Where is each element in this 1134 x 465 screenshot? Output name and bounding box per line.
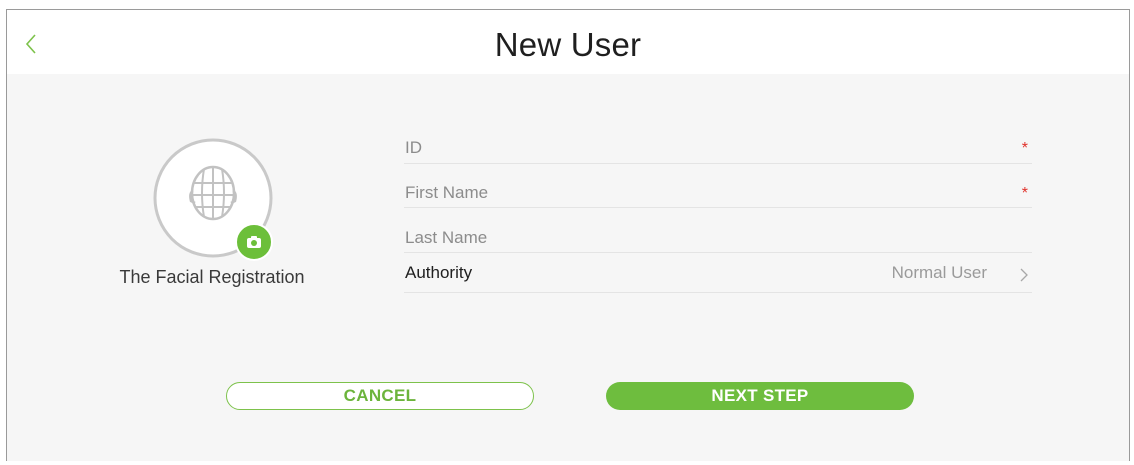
first-name-field-label: First Name [405, 183, 489, 202]
first-name-required-mark: * [1021, 185, 1028, 202]
last-name-field[interactable]: Last Name [404, 208, 1032, 253]
camera-icon[interactable] [235, 223, 273, 261]
facial-registration-avatar[interactable] [152, 137, 274, 261]
header-bar: New User [7, 10, 1129, 74]
cancel-button[interactable]: CANCEL [226, 382, 534, 410]
app-window: New User The Facial Registration ID * Fi… [6, 9, 1130, 461]
last-name-field-label: Last Name [405, 228, 488, 247]
id-required-mark: * [1021, 140, 1028, 157]
first-name-field[interactable]: First Name * [404, 164, 1032, 208]
authority-label: Authority [405, 263, 473, 282]
id-field-label: ID [405, 138, 422, 157]
authority-row[interactable]: Authority Normal User [404, 253, 1032, 293]
next-step-button[interactable]: NEXT STEP [606, 382, 914, 410]
chevron-right-icon [1020, 268, 1028, 282]
page-title: New User [494, 26, 642, 63]
facial-registration-label: The Facial Registration [119, 267, 305, 287]
authority-value: Normal User [891, 263, 987, 282]
id-field[interactable]: ID * [404, 128, 1032, 164]
